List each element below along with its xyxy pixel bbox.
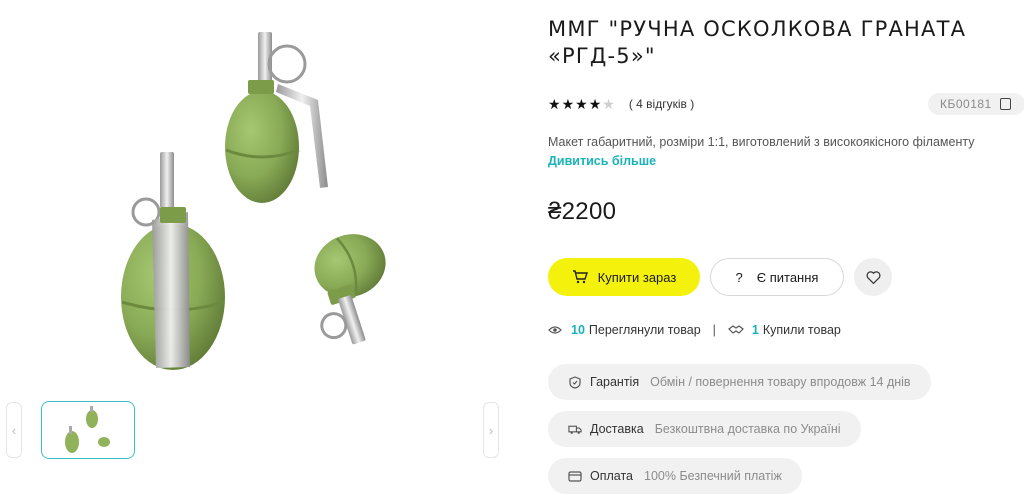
product-title: ММГ "РУЧНА ОСКОЛКОВА ГРАНАТА «РГД-5»": [548, 17, 967, 68]
views-count: 10: [571, 323, 585, 337]
product-stats: 10 Переглянули товар | 1 Купили товар: [548, 321, 841, 339]
product-main-image[interactable]: [90, 22, 430, 382]
handshake-icon: [728, 325, 744, 334]
grenade-top: [225, 32, 328, 203]
buy-now-button[interactable]: Купити зараз: [548, 258, 700, 296]
gallery-thumbnail[interactable]: [41, 401, 135, 459]
bought-count: 1: [751, 323, 759, 337]
views-label: Переглянули товар: [588, 323, 701, 337]
feature-delivery: Доставка Безкоштвна доставка по Україні: [548, 411, 861, 447]
product-price: ₴2200: [548, 198, 617, 225]
feature-payment: Оплата 100% Безпечний платіж: [548, 458, 802, 494]
heart-icon: [865, 270, 881, 284]
grenade-right: [314, 234, 386, 345]
feature-text: 100% Безпечний платіж: [644, 469, 782, 483]
rating-stars[interactable]: ★ ★ ★ ★ ★: [548, 96, 615, 113]
star-icon: ★: [575, 95, 588, 112]
eye-icon: [548, 326, 562, 334]
buy-now-label: Купити зараз: [597, 269, 677, 285]
product-description: Макет габаритний, розміри 1:1, виготовле…: [548, 135, 975, 149]
feature-text: Безкоштвна доставка по Україні: [654, 422, 841, 436]
wishlist-button[interactable]: [854, 258, 892, 296]
shield-icon: [568, 375, 582, 389]
thumbnail-image: [65, 406, 110, 453]
card-icon: [568, 469, 582, 483]
feature-warranty: Гарантія Обмін / повернення товару впрод…: [548, 364, 931, 400]
copy-icon: [999, 98, 1011, 110]
read-more-link[interactable]: Дивитись більше: [548, 154, 656, 168]
reviews-link[interactable]: ( 4 відгуків ): [629, 97, 694, 111]
feature-label: Оплата: [590, 469, 633, 483]
stats-separator: |: [712, 323, 716, 337]
star-empty-icon: ★: [602, 95, 615, 112]
gallery-next-button[interactable]: ›: [483, 402, 499, 458]
chevron-right-icon: ›: [488, 422, 494, 438]
truck-icon: [568, 422, 582, 436]
feature-label: Доставка: [590, 422, 644, 436]
feature-text: Обмін / повернення товару впродовж 14 дн…: [650, 375, 911, 389]
star-icon: ★: [588, 95, 602, 112]
ask-question-label: Є питання: [756, 269, 819, 285]
grenade-left: [121, 152, 225, 370]
feature-label: Гарантія: [590, 375, 640, 389]
sku-code: КБ00181: [940, 97, 992, 111]
star-icon: ★: [561, 95, 575, 112]
product-info: ММГ "РУЧНА ОСКОЛКОВА ГРАНАТА «РГД-5»" ★ …: [548, 0, 1024, 495]
chevron-left-icon: ‹: [11, 422, 17, 438]
sku-badge[interactable]: КБ00181: [928, 93, 1024, 115]
bought-label: Купили товар: [762, 323, 841, 337]
product-gallery: ‹ ›: [0, 0, 520, 495]
cart-icon: [572, 270, 588, 284]
rating-row: ★ ★ ★ ★ ★ ( 4 відгуків ) КБ00181: [548, 93, 1024, 115]
question-icon: ?: [735, 269, 743, 285]
star-icon: ★: [548, 95, 561, 112]
gallery-prev-button[interactable]: ‹: [6, 402, 22, 458]
ask-question-button[interactable]: ? Є питання: [710, 258, 844, 296]
